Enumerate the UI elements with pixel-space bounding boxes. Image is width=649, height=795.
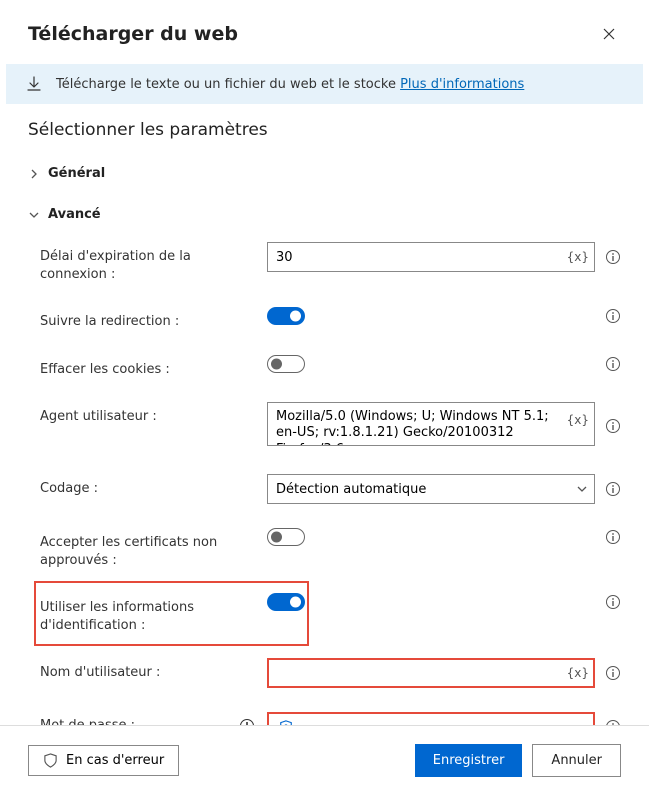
accept-untrusted-toggle[interactable] — [267, 528, 305, 546]
variable-picker-icon[interactable]: {x} — [567, 666, 589, 680]
info-icon[interactable] — [605, 249, 621, 265]
username-label: Nom d'utilisateur : — [40, 658, 255, 682]
warning-icon[interactable] — [239, 718, 255, 725]
timeout-label: Délai d'expiration de la connexion : — [40, 242, 255, 283]
close-button[interactable] — [597, 22, 621, 46]
encoding-label: Codage : — [40, 474, 255, 498]
password-label: Mot de passe : — [40, 712, 233, 725]
chevron-right-icon — [28, 168, 40, 180]
banner-text: Télécharge le texte ou un fichier du web… — [56, 77, 400, 92]
section-label: Général — [48, 166, 105, 181]
clear-cookies-label: Effacer les cookies : — [40, 355, 255, 379]
follow-redirect-label: Suivre la redirection : — [40, 307, 255, 331]
info-icon[interactable] — [605, 665, 621, 681]
variable-picker-icon[interactable]: {x} — [567, 413, 589, 427]
info-icon[interactable] — [605, 356, 621, 372]
section-advanced[interactable]: Avancé — [28, 199, 621, 230]
info-banner: Télécharge le texte ou un fichier du web… — [6, 64, 643, 104]
encoding-select[interactable]: Détection automatique — [267, 474, 595, 504]
info-icon[interactable] — [605, 529, 621, 545]
close-icon — [603, 28, 615, 40]
follow-redirect-toggle[interactable] — [267, 307, 305, 325]
section-general[interactable]: Général — [28, 158, 621, 189]
variable-picker-icon[interactable]: {x} — [567, 250, 589, 264]
dialog-title: Télécharger du web — [28, 23, 238, 45]
user-agent-input[interactable]: Mozilla/5.0 (Windows; U; Windows NT 5.1;… — [267, 402, 595, 446]
password-input[interactable] — [315, 712, 595, 725]
info-icon[interactable] — [605, 308, 621, 324]
info-icon[interactable] — [605, 481, 621, 497]
info-icon[interactable] — [605, 418, 621, 434]
password-type-picker[interactable] — [267, 712, 315, 725]
on-error-button[interactable]: En cas d'erreur — [28, 745, 179, 776]
timeout-input[interactable] — [267, 242, 595, 272]
cancel-button[interactable]: Annuler — [532, 744, 621, 777]
username-input[interactable] — [267, 658, 595, 688]
use-credentials-toggle[interactable] — [267, 593, 305, 611]
save-button[interactable]: Enregistrer — [415, 744, 523, 777]
chevron-down-icon — [28, 209, 40, 221]
section-label: Avancé — [48, 207, 101, 222]
user-agent-label: Agent utilisateur : — [40, 402, 255, 426]
subtitle: Sélectionner les paramètres — [28, 120, 621, 140]
info-icon[interactable] — [605, 594, 621, 610]
clear-cookies-toggle[interactable] — [267, 355, 305, 373]
on-error-label: En cas d'erreur — [66, 753, 164, 768]
more-info-link[interactable]: Plus d'informations — [400, 77, 524, 92]
download-icon — [26, 76, 42, 92]
shield-outline-icon — [43, 753, 58, 768]
use-credentials-label: Utiliser les informations d'identificati… — [40, 593, 255, 634]
accept-untrusted-label: Accepter les certificats non approuvés : — [40, 528, 255, 569]
